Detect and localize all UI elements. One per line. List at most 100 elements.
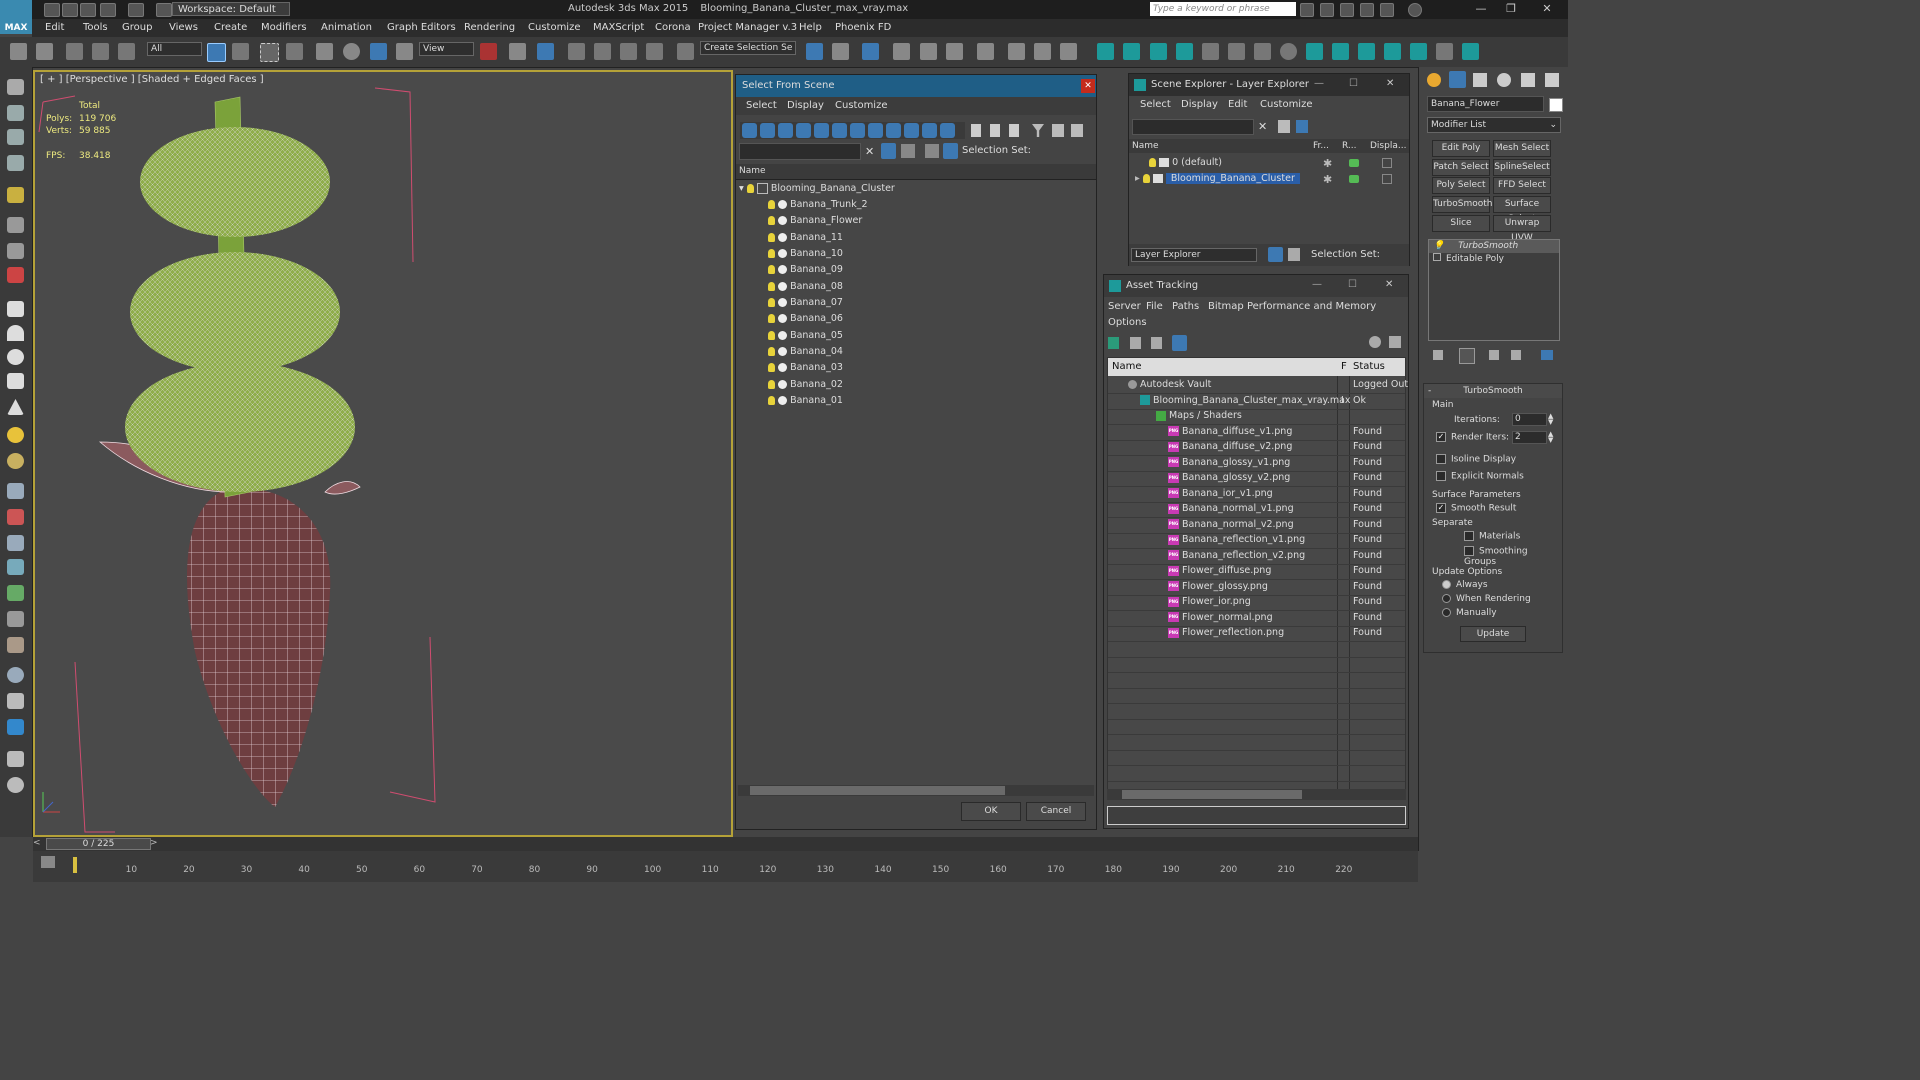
name-column-header[interactable]: Name bbox=[736, 164, 1096, 180]
sphere-object-icon[interactable] bbox=[7, 667, 24, 683]
bind-space-warp-icon[interactable] bbox=[118, 43, 135, 60]
current-frame-marker[interactable] bbox=[73, 857, 77, 873]
object-name-field[interactable]: Banana_Flower bbox=[1427, 96, 1544, 112]
menu-maxscript[interactable]: MAXScript bbox=[593, 22, 644, 33]
create-helper-icon[interactable] bbox=[7, 243, 24, 259]
at-col-status[interactable]: Status bbox=[1353, 361, 1385, 372]
keyword-search-input[interactable]: Type a keyword or phrase bbox=[1150, 2, 1296, 16]
case-sensitive-icon[interactable] bbox=[881, 143, 896, 159]
hierarchy-mode-icon[interactable] bbox=[1288, 248, 1300, 261]
window-crossing-icon[interactable] bbox=[286, 43, 303, 60]
iterations-spinner[interactable]: 0 bbox=[1512, 413, 1547, 426]
sd-menu-select[interactable]: Select bbox=[746, 100, 777, 111]
project-folder-icon[interactable] bbox=[156, 3, 172, 17]
se-col-render[interactable]: R... bbox=[1342, 141, 1357, 151]
dialog-close-button[interactable]: ✕ bbox=[1081, 79, 1095, 93]
visibility-bulb-icon[interactable] bbox=[768, 347, 775, 356]
find-name-input[interactable] bbox=[739, 143, 861, 160]
table-row[interactable]: PNG Flower_reflection.png Found bbox=[1108, 625, 1405, 642]
at-col-name[interactable]: Name bbox=[1112, 361, 1142, 372]
se-col-name[interactable]: Name bbox=[1132, 141, 1159, 151]
menu-graph-editors[interactable]: Graph Editors bbox=[387, 22, 456, 33]
corona-refresh-icon[interactable] bbox=[1280, 43, 1297, 60]
se-menu-customize[interactable]: Customize bbox=[1260, 99, 1313, 110]
display-shapes-icon[interactable] bbox=[760, 123, 775, 138]
table-row[interactable]: PNG Banana_normal_v1.png Found bbox=[1108, 501, 1405, 518]
shape-icon[interactable] bbox=[7, 693, 24, 709]
link-icon[interactable] bbox=[66, 43, 83, 60]
corona-light-icon[interactable] bbox=[1097, 43, 1114, 60]
select-none-icon[interactable] bbox=[990, 124, 1000, 137]
selection-filter-dropdown[interactable]: All bbox=[147, 42, 202, 56]
object-color-swatch[interactable] bbox=[1549, 98, 1563, 112]
select-invert-icon[interactable] bbox=[1009, 124, 1019, 137]
list-item[interactable]: Banana_09 bbox=[768, 262, 843, 278]
create-display-icon[interactable] bbox=[7, 105, 24, 121]
se-maximize-button[interactable]: ☐ bbox=[1349, 78, 1358, 89]
angle-snap-icon[interactable] bbox=[594, 43, 611, 60]
create-spacewarp-icon[interactable] bbox=[7, 267, 24, 283]
corona-sun-icon[interactable] bbox=[1123, 43, 1140, 60]
menu-views[interactable]: Views bbox=[169, 22, 198, 33]
table-row[interactable] bbox=[1108, 765, 1405, 782]
particle-system-icon[interactable] bbox=[7, 483, 24, 499]
create-hemisphere-icon[interactable] bbox=[7, 325, 24, 341]
cancel-button[interactable]: Cancel bbox=[1026, 802, 1086, 821]
list-item[interactable]: Banana_Flower bbox=[768, 213, 862, 229]
list-item[interactable]: Banana_01 bbox=[768, 393, 843, 409]
always-radio[interactable]: Always bbox=[1442, 580, 1488, 590]
at-help-icon[interactable] bbox=[1369, 336, 1381, 348]
table-row[interactable] bbox=[1108, 672, 1405, 689]
edit-poly-button[interactable]: Edit Poly bbox=[1432, 140, 1490, 157]
smoothing-groups-checkbox[interactable]: Smoothing Groups bbox=[1464, 546, 1562, 567]
create-grid-icon[interactable] bbox=[7, 155, 24, 171]
menu-corona[interactable]: Corona bbox=[655, 22, 691, 33]
create-geosphere-icon[interactable] bbox=[7, 453, 24, 469]
update-button[interactable]: Update bbox=[1460, 626, 1526, 642]
move-icon[interactable] bbox=[316, 43, 333, 60]
se-col-display[interactable]: Displa... bbox=[1370, 141, 1406, 151]
layers-mode-icon[interactable] bbox=[1268, 247, 1283, 262]
star-icon[interactable] bbox=[1360, 3, 1374, 17]
graphite-toolbar-icon[interactable] bbox=[893, 43, 910, 60]
stack-item-turbosmooth[interactable]: 💡 TurboSmooth bbox=[1429, 240, 1559, 253]
at-menu-file[interactable]: File bbox=[1146, 301, 1163, 312]
menu-tools[interactable]: Tools bbox=[83, 22, 108, 33]
create-sun-icon[interactable] bbox=[7, 427, 24, 443]
asset-path-field[interactable] bbox=[1107, 806, 1406, 825]
create-teapot-icon[interactable] bbox=[7, 79, 24, 95]
menu-group[interactable]: Group bbox=[122, 22, 152, 33]
at-scrollbar-thumb[interactable] bbox=[1122, 790, 1302, 799]
materials-checkbox[interactable]: Materials bbox=[1464, 531, 1520, 542]
dock-icon[interactable] bbox=[1071, 124, 1083, 137]
smooth-result-checkbox[interactable]: ✓ Smooth Result bbox=[1436, 503, 1516, 514]
table-row[interactable]: Maps / Shaders bbox=[1108, 408, 1405, 425]
curve-editor-icon[interactable] bbox=[920, 43, 937, 60]
corona-toolbox-icon[interactable] bbox=[1436, 43, 1453, 60]
when-rendering-radio[interactable]: When Rendering bbox=[1442, 594, 1531, 604]
modifier-list-dropdown[interactable]: Modifier List ⌄ bbox=[1427, 117, 1561, 133]
select-object-icon[interactable] bbox=[207, 43, 226, 62]
rollout-header[interactable]: - TurboSmooth bbox=[1424, 384, 1562, 398]
table-row[interactable]: PNG Banana_glossy_v2.png Found bbox=[1108, 470, 1405, 487]
foliage-icon[interactable] bbox=[7, 585, 24, 601]
table-row[interactable]: PNG Banana_glossy_v1.png Found bbox=[1108, 455, 1405, 472]
named-set-icon[interactable] bbox=[943, 143, 958, 159]
list-item[interactable]: Banana_11 bbox=[768, 230, 843, 246]
table-row[interactable] bbox=[1108, 734, 1405, 751]
at-maximize-button[interactable]: ☐ bbox=[1348, 279, 1357, 290]
list-item[interactable]: Banana_06 bbox=[768, 311, 843, 327]
redo-icon[interactable] bbox=[36, 43, 53, 60]
table-row[interactable]: PNG Banana_diffuse_v2.png Found bbox=[1108, 439, 1405, 456]
create-list-icon[interactable] bbox=[7, 129, 24, 145]
table-row[interactable]: PNG Banana_diffuse_v1.png Found bbox=[1108, 424, 1405, 441]
track-bar[interactable]: 10 20 30 40 50 60 70 80 90 100 110 120 130 140 150 160 1… bbox=[33, 851, 1418, 882]
clear-search-icon[interactable]: ✕ bbox=[865, 145, 874, 158]
display-tab-icon[interactable] bbox=[1521, 73, 1535, 87]
close-x-icon[interactable] bbox=[1380, 3, 1394, 17]
snaps-toggle-icon[interactable] bbox=[568, 43, 585, 60]
freeze-icon[interactable]: ✱ bbox=[1323, 157, 1332, 170]
reference-coordinate-dropdown[interactable]: View bbox=[419, 42, 474, 56]
sd-menu-customize[interactable]: Customize bbox=[835, 100, 888, 111]
explicit-normals-checkbox[interactable]: Explicit Normals bbox=[1436, 471, 1524, 482]
